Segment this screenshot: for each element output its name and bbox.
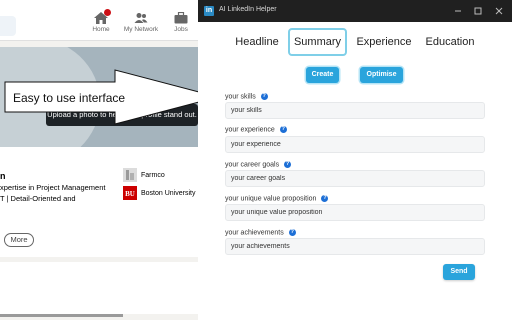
skills-label: your skills? (225, 93, 268, 100)
callout-text: Easy to use interface (13, 91, 126, 105)
maximize-icon[interactable] (472, 5, 484, 17)
profile-headline-line2: T | Detail-Oriented and (0, 194, 76, 203)
tab-summary[interactable]: Summary (288, 28, 347, 56)
title-bar[interactable]: in AI LinkedIn Helper (198, 0, 512, 22)
value-proposition-input[interactable] (225, 204, 485, 221)
experience-label-text: your experience (225, 126, 275, 134)
tab-headline[interactable]: Headline (232, 28, 282, 56)
achievements-label-text: your achievements (225, 229, 284, 237)
boston-university-logo: BU (123, 186, 137, 200)
help-icon[interactable]: ? (279, 126, 287, 133)
skills-input[interactable] (225, 102, 485, 119)
close-icon[interactable] (493, 5, 505, 17)
org-item-boston-university[interactable]: BU Boston University (123, 186, 207, 200)
help-icon[interactable]: ? (260, 93, 268, 100)
ai-helper-window: in AI LinkedIn Helper Headline Summary E… (198, 0, 512, 320)
callout-arrow (4, 69, 220, 125)
send-button[interactable]: Send (443, 264, 475, 280)
career-goals-label-text: your career goals (225, 161, 280, 169)
tab-experience[interactable]: Experience (354, 28, 414, 56)
tab-education[interactable]: Education (423, 28, 477, 56)
app-logo-icon: in (204, 6, 214, 16)
achievements-input[interactable] (225, 238, 485, 255)
help-icon[interactable]: ? (321, 195, 329, 202)
lower-card (0, 262, 207, 314)
org-name-boston-university: Boston University (141, 189, 196, 197)
help-icon[interactable]: ? (288, 229, 296, 236)
farmco-logo (123, 168, 137, 182)
value-proposition-label-text: your unique value proposition (225, 195, 317, 203)
help-icon[interactable]: ? (284, 161, 292, 168)
org-item-farmco[interactable]: Farmco (123, 168, 207, 182)
optimise-button[interactable]: Optimise (360, 67, 403, 83)
more-button[interactable]: More (4, 233, 34, 247)
org-name-farmco: Farmco (141, 171, 165, 179)
value-proposition-label: your unique value proposition? (225, 195, 329, 203)
experience-input[interactable] (225, 136, 485, 153)
career-goals-input[interactable] (225, 170, 485, 187)
window-title: AI LinkedIn Helper (219, 6, 277, 13)
skills-label-text: your skills (225, 93, 256, 101)
create-button[interactable]: Create (306, 67, 339, 83)
svg-text:BU: BU (125, 190, 135, 198)
achievements-label: your achievements? (225, 229, 296, 236)
profile-headline-line1: xpertise in Project Management (0, 183, 106, 192)
minimize-icon[interactable] (452, 5, 464, 17)
career-goals-label: your career goals? (225, 161, 292, 169)
experience-label: your experience? (225, 126, 287, 133)
profile-name: n (0, 171, 6, 181)
horizontal-scrollbar[interactable] (0, 314, 123, 317)
